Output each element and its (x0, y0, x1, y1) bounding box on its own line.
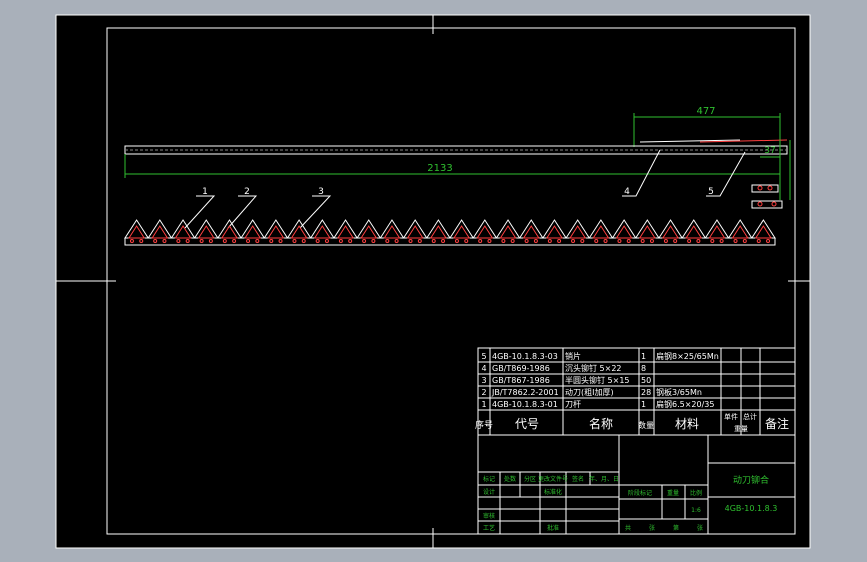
bom-cell-code: GB/T869-1986 (492, 364, 550, 373)
bom-cell-no: 3 (481, 376, 486, 385)
bom-cell-no: 1 (481, 400, 486, 409)
bom-cell-name: 半圆头铆钉 5×15 (565, 375, 630, 385)
bom-cell-qty: 8 (641, 364, 646, 373)
tb-mark: 标记 (483, 475, 495, 483)
tb-standard: 标准化 (544, 488, 562, 496)
tb-ratio: 比例 (690, 489, 702, 497)
bom-cell-no: 5 (481, 352, 486, 361)
dim-477-label: 477 (696, 106, 715, 117)
bom-head-no: 序号 (475, 419, 493, 431)
bom-head-qty: 数量 (638, 420, 654, 430)
leader-3: 3 (318, 187, 324, 197)
leader-2: 2 (244, 187, 250, 197)
cad-drawing: 477 2133 37 1 2 3 4 5 5 4GB-10.1.8.3-03 … (55, 14, 811, 549)
tb-process: 工艺 (483, 524, 495, 532)
bom-cell-qty: 1 (641, 352, 646, 361)
bom-head-single: 单件 (724, 412, 738, 421)
tb-stage: 阶段标记 (628, 489, 652, 497)
bom-cell-qty: 50 (641, 376, 651, 385)
bom-cell-no: 2 (481, 388, 486, 397)
tb-zone: 分区 (524, 475, 536, 483)
tb-design: 设计 (483, 488, 495, 496)
bom-head-remark: 备注 (765, 416, 789, 431)
dim-2133-label: 2133 (427, 163, 452, 174)
tb-drawing-no: 4GB-10.1.8.3 (725, 504, 778, 513)
bom-cell-name: 刀杆 (565, 399, 581, 409)
tb-count: 处数 (504, 475, 516, 483)
bom-head-name: 名称 (589, 416, 613, 431)
bom-head-code: 代号 (515, 417, 539, 431)
leader-4: 4 (624, 187, 630, 197)
tb-scale: 1:6 (691, 507, 701, 514)
bom-cell-name: 动刀(粗Ⅰ加厚) (565, 387, 614, 397)
leader-1: 1 (202, 187, 208, 197)
tb-weight: 重量 (667, 489, 679, 497)
bom-cell-code: 4GB-10.1.8.3-01 (492, 400, 558, 409)
tb-approve: 批准 (547, 524, 559, 532)
tb-title: 动刀铆合 (733, 474, 769, 486)
tb-sheet2: 张 (649, 524, 655, 532)
bom-head-material: 材料 (675, 417, 699, 431)
tb-sheet: 共 (625, 524, 631, 532)
bom-cell-material: 钢板3/65Mn (656, 387, 702, 397)
bom-cell-no: 4 (481, 364, 486, 373)
bom-cell-material: 扁钢8×25/65Mn (656, 351, 719, 361)
bom-cell-code: JB/T7862.2-2001 (491, 388, 559, 397)
leader-5: 5 (708, 187, 714, 197)
bom-cell-qty: 28 (641, 388, 651, 397)
bom-cell-qty: 1 (641, 400, 646, 409)
tb-change: 更改文件号 (538, 475, 568, 483)
tb-sheet4: 张 (697, 524, 703, 532)
bom-cell-name: 销片 (565, 351, 581, 361)
bom-cell-code: GB/T867-1986 (492, 376, 550, 385)
dim-37-label: 37 (764, 146, 775, 156)
bom-cell-code: 4GB-10.1.8.3-03 (492, 352, 558, 361)
drawing-sheet (55, 14, 811, 549)
tb-sheet3: 第 (673, 524, 679, 532)
bom-head-weight: 重量 (734, 425, 748, 433)
bom-head-total: 总计 (743, 412, 757, 421)
bom-cell-material: 扁钢6.5×20/35 (656, 399, 714, 409)
bom-cell-name: 沉头铆钉 5×22 (565, 363, 622, 373)
tb-sign: 签名 (572, 475, 584, 483)
tb-review: 审核 (483, 512, 495, 520)
tb-date: 年、月、日 (589, 475, 619, 483)
